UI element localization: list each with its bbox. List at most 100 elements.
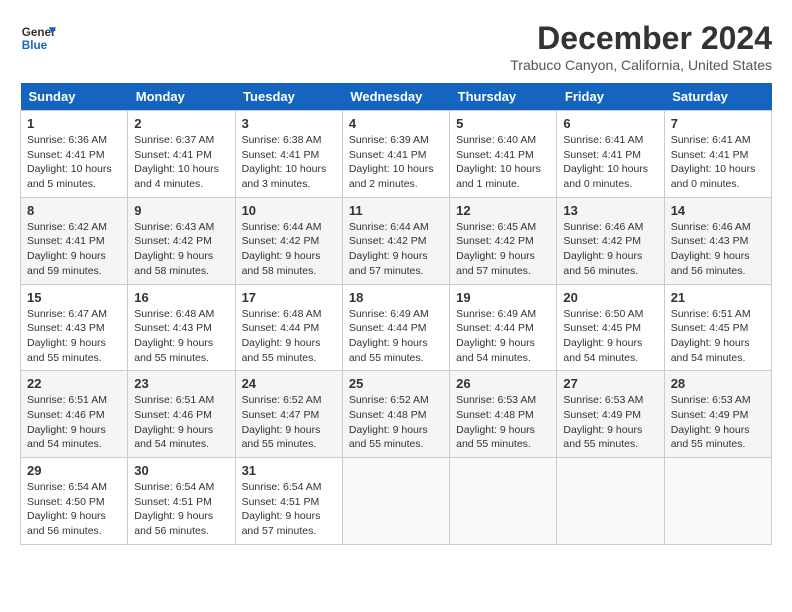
calendar-cell: 17 Sunrise: 6:48 AMSunset: 4:44 PMDayligh… (235, 284, 342, 371)
day-number: 14 (671, 203, 765, 218)
location-subtitle: Trabuco Canyon, California, United State… (510, 57, 772, 73)
calendar-cell: 7 Sunrise: 6:41 AMSunset: 4:41 PMDaylight… (664, 111, 771, 198)
svg-text:Blue: Blue (22, 39, 48, 52)
calendar-cell: 30 Sunrise: 6:54 AMSunset: 4:51 PMDayligh… (128, 458, 235, 545)
logo: General Blue (20, 20, 56, 56)
calendar-cell: 3 Sunrise: 6:38 AMSunset: 4:41 PMDaylight… (235, 111, 342, 198)
calendar-cell: 27Sunrise: 6:53 AMSunset: 4:49 PMDayligh… (557, 371, 664, 458)
day-info: Sunrise: 6:49 AMSunset: 4:44 PMDaylight:… (456, 307, 550, 366)
day-info: Sunrise: 6:43 AMSunset: 4:42 PMDaylight:… (134, 220, 228, 279)
calendar-cell: 22 Sunrise: 6:51 AMSunset: 4:46 PMDayligh… (21, 371, 128, 458)
day-info: Sunrise: 6:53 AMSunset: 4:49 PMDaylight:… (671, 393, 765, 452)
calendar-cell: 20Sunrise: 6:50 AMSunset: 4:45 PMDayligh… (557, 284, 664, 371)
calendar-cell: 8 Sunrise: 6:42 AMSunset: 4:41 PMDaylight… (21, 197, 128, 284)
calendar-week-row: 29Sunrise: 6:54 AMSunset: 4:50 PMDayligh… (21, 458, 772, 545)
day-number: 21 (671, 290, 765, 305)
day-number: 27 (563, 376, 657, 391)
weekday-header-friday: Friday (557, 83, 664, 111)
day-info: Sunrise: 6:47 AMSunset: 4:43 PMDaylight:… (27, 307, 121, 366)
day-number: 5 (456, 116, 550, 131)
day-number: 17 (242, 290, 336, 305)
day-number: 20 (563, 290, 657, 305)
day-number: 16 (134, 290, 228, 305)
day-info: Sunrise: 6:38 AMSunset: 4:41 PMDaylight:… (242, 133, 336, 192)
day-info: Sunrise: 6:48 AMSunset: 4:43 PMDaylight:… (134, 307, 228, 366)
month-title: December 2024 (510, 20, 772, 57)
weekday-header-tuesday: Tuesday (235, 83, 342, 111)
day-number: 22 (27, 376, 121, 391)
day-info: Sunrise: 6:39 AMSunset: 4:41 PMDaylight:… (349, 133, 443, 192)
calendar-cell: 1Sunrise: 6:36 AMSunset: 4:41 PMDaylight… (21, 111, 128, 198)
day-number: 30 (134, 463, 228, 478)
title-section: December 2024 Trabuco Canyon, California… (510, 20, 772, 73)
calendar-cell (664, 458, 771, 545)
day-info: Sunrise: 6:53 AMSunset: 4:48 PMDaylight:… (456, 393, 550, 452)
day-info: Sunrise: 6:40 AMSunset: 4:41 PMDaylight:… (456, 133, 550, 192)
calendar-cell: 29Sunrise: 6:54 AMSunset: 4:50 PMDayligh… (21, 458, 128, 545)
day-info: Sunrise: 6:51 AMSunset: 4:46 PMDaylight:… (134, 393, 228, 452)
day-number: 18 (349, 290, 443, 305)
logo-icon: General Blue (20, 20, 56, 56)
day-info: Sunrise: 6:45 AMSunset: 4:42 PMDaylight:… (456, 220, 550, 279)
calendar-cell: 18 Sunrise: 6:49 AMSunset: 4:44 PMDayligh… (342, 284, 449, 371)
day-info: Sunrise: 6:46 AMSunset: 4:42 PMDaylight:… (563, 220, 657, 279)
day-number: 11 (349, 203, 443, 218)
calendar-cell: 10Sunrise: 6:44 AMSunset: 4:42 PMDayligh… (235, 197, 342, 284)
calendar-cell: 13 Sunrise: 6:46 AMSunset: 4:42 PMDayligh… (557, 197, 664, 284)
calendar-week-row: 22 Sunrise: 6:51 AMSunset: 4:46 PMDayligh… (21, 371, 772, 458)
day-number: 7 (671, 116, 765, 131)
calendar-cell: 24 Sunrise: 6:52 AMSunset: 4:47 PMDayligh… (235, 371, 342, 458)
calendar-cell: 31Sunrise: 6:54 AMSunset: 4:51 PMDayligh… (235, 458, 342, 545)
day-number: 12 (456, 203, 550, 218)
calendar-cell: 11Sunrise: 6:44 AMSunset: 4:42 PMDayligh… (342, 197, 449, 284)
day-number: 8 (27, 203, 121, 218)
day-info: Sunrise: 6:41 AMSunset: 4:41 PMDaylight:… (671, 133, 765, 192)
day-number: 28 (671, 376, 765, 391)
day-info: Sunrise: 6:36 AMSunset: 4:41 PMDaylight:… (27, 133, 121, 192)
calendar-cell: 12 Sunrise: 6:45 AMSunset: 4:42 PMDayligh… (450, 197, 557, 284)
day-info: Sunrise: 6:54 AMSunset: 4:51 PMDaylight:… (242, 480, 336, 539)
day-info: Sunrise: 6:52 AMSunset: 4:48 PMDaylight:… (349, 393, 443, 452)
day-info: Sunrise: 6:54 AMSunset: 4:50 PMDaylight:… (27, 480, 121, 539)
calendar-cell: 16 Sunrise: 6:48 AMSunset: 4:43 PMDayligh… (128, 284, 235, 371)
day-info: Sunrise: 6:42 AMSunset: 4:41 PMDaylight:… (27, 220, 121, 279)
weekday-header-monday: Monday (128, 83, 235, 111)
calendar-cell (450, 458, 557, 545)
calendar-cell: 5 Sunrise: 6:40 AMSunset: 4:41 PMDaylight… (450, 111, 557, 198)
calendar-cell: 9 Sunrise: 6:43 AMSunset: 4:42 PMDaylight… (128, 197, 235, 284)
weekday-header-thursday: Thursday (450, 83, 557, 111)
day-number: 24 (242, 376, 336, 391)
day-info: Sunrise: 6:48 AMSunset: 4:44 PMDaylight:… (242, 307, 336, 366)
day-info: Sunrise: 6:49 AMSunset: 4:44 PMDaylight:… (349, 307, 443, 366)
day-number: 9 (134, 203, 228, 218)
weekday-header-saturday: Saturday (664, 83, 771, 111)
weekday-header-row: SundayMondayTuesdayWednesdayThursdayFrid… (21, 83, 772, 111)
calendar-cell: 19Sunrise: 6:49 AMSunset: 4:44 PMDayligh… (450, 284, 557, 371)
calendar-cell: 26Sunrise: 6:53 AMSunset: 4:48 PMDayligh… (450, 371, 557, 458)
calendar-cell: 25 Sunrise: 6:52 AMSunset: 4:48 PMDayligh… (342, 371, 449, 458)
calendar-cell: 15 Sunrise: 6:47 AMSunset: 4:43 PMDayligh… (21, 284, 128, 371)
day-info: Sunrise: 6:37 AMSunset: 4:41 PMDaylight:… (134, 133, 228, 192)
day-number: 25 (349, 376, 443, 391)
calendar-cell (342, 458, 449, 545)
day-info: Sunrise: 6:46 AMSunset: 4:43 PMDaylight:… (671, 220, 765, 279)
day-number: 3 (242, 116, 336, 131)
day-info: Sunrise: 6:51 AMSunset: 4:45 PMDaylight:… (671, 307, 765, 366)
day-info: Sunrise: 6:52 AMSunset: 4:47 PMDaylight:… (242, 393, 336, 452)
day-number: 6 (563, 116, 657, 131)
calendar-cell (557, 458, 664, 545)
day-number: 23 (134, 376, 228, 391)
weekday-header-wednesday: Wednesday (342, 83, 449, 111)
day-number: 4 (349, 116, 443, 131)
day-number: 15 (27, 290, 121, 305)
day-info: Sunrise: 6:54 AMSunset: 4:51 PMDaylight:… (134, 480, 228, 539)
calendar-cell: 14 Sunrise: 6:46 AMSunset: 4:43 PMDayligh… (664, 197, 771, 284)
calendar-cell: 23 Sunrise: 6:51 AMSunset: 4:46 PMDayligh… (128, 371, 235, 458)
day-number: 2 (134, 116, 228, 131)
day-info: Sunrise: 6:44 AMSunset: 4:42 PMDaylight:… (242, 220, 336, 279)
day-number: 13 (563, 203, 657, 218)
calendar-week-row: 8 Sunrise: 6:42 AMSunset: 4:41 PMDaylight… (21, 197, 772, 284)
page-header: General Blue December 2024 Trabuco Canyo… (20, 20, 772, 73)
calendar-week-row: 1Sunrise: 6:36 AMSunset: 4:41 PMDaylight… (21, 111, 772, 198)
day-info: Sunrise: 6:51 AMSunset: 4:46 PMDaylight:… (27, 393, 121, 452)
